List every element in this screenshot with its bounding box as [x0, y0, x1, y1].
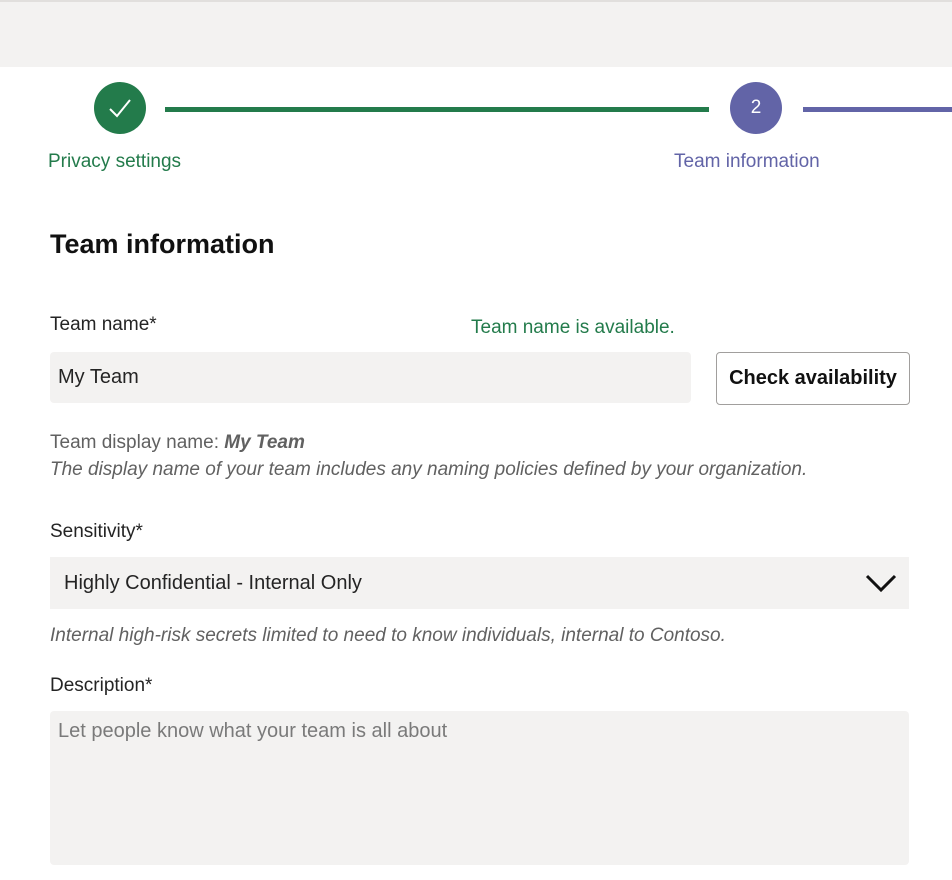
- team-name-label: Team name*: [50, 314, 157, 335]
- step-connector-next: [803, 107, 952, 112]
- availability-message: Team name is available.: [471, 317, 675, 338]
- description-textarea[interactable]: [50, 711, 909, 865]
- top-bar: [0, 0, 952, 67]
- team-name-input[interactable]: [50, 352, 691, 403]
- step-label-team-information: Team information: [674, 151, 820, 172]
- sensitivity-selected-value: Highly Confidential - Internal Only: [64, 571, 362, 594]
- sensitivity-helper: Internal high-risk secrets limited to ne…: [50, 625, 726, 646]
- step-number: 2: [750, 97, 762, 118]
- sensitivity-label: Sensitivity*: [50, 521, 143, 542]
- display-name-helper: The display name of your team includes a…: [50, 459, 808, 480]
- sensitivity-dropdown[interactable]: Highly Confidential - Internal Only: [50, 557, 909, 609]
- team-display-name: Team display name: My Team: [50, 432, 305, 454]
- step-2-current: 2: [730, 82, 782, 134]
- step-connector-completed: [165, 107, 709, 112]
- step-1-completed: [94, 82, 146, 134]
- display-name-value: My Team: [224, 432, 305, 453]
- display-name-prefix: Team display name:: [50, 432, 219, 453]
- chevron-down-icon: [865, 574, 897, 593]
- check-icon: [109, 99, 131, 118]
- step-label-privacy-settings: Privacy settings: [48, 151, 182, 172]
- page-title: Team information: [50, 229, 275, 259]
- description-label: Description*: [50, 675, 153, 696]
- check-availability-button[interactable]: Check availability: [716, 352, 910, 405]
